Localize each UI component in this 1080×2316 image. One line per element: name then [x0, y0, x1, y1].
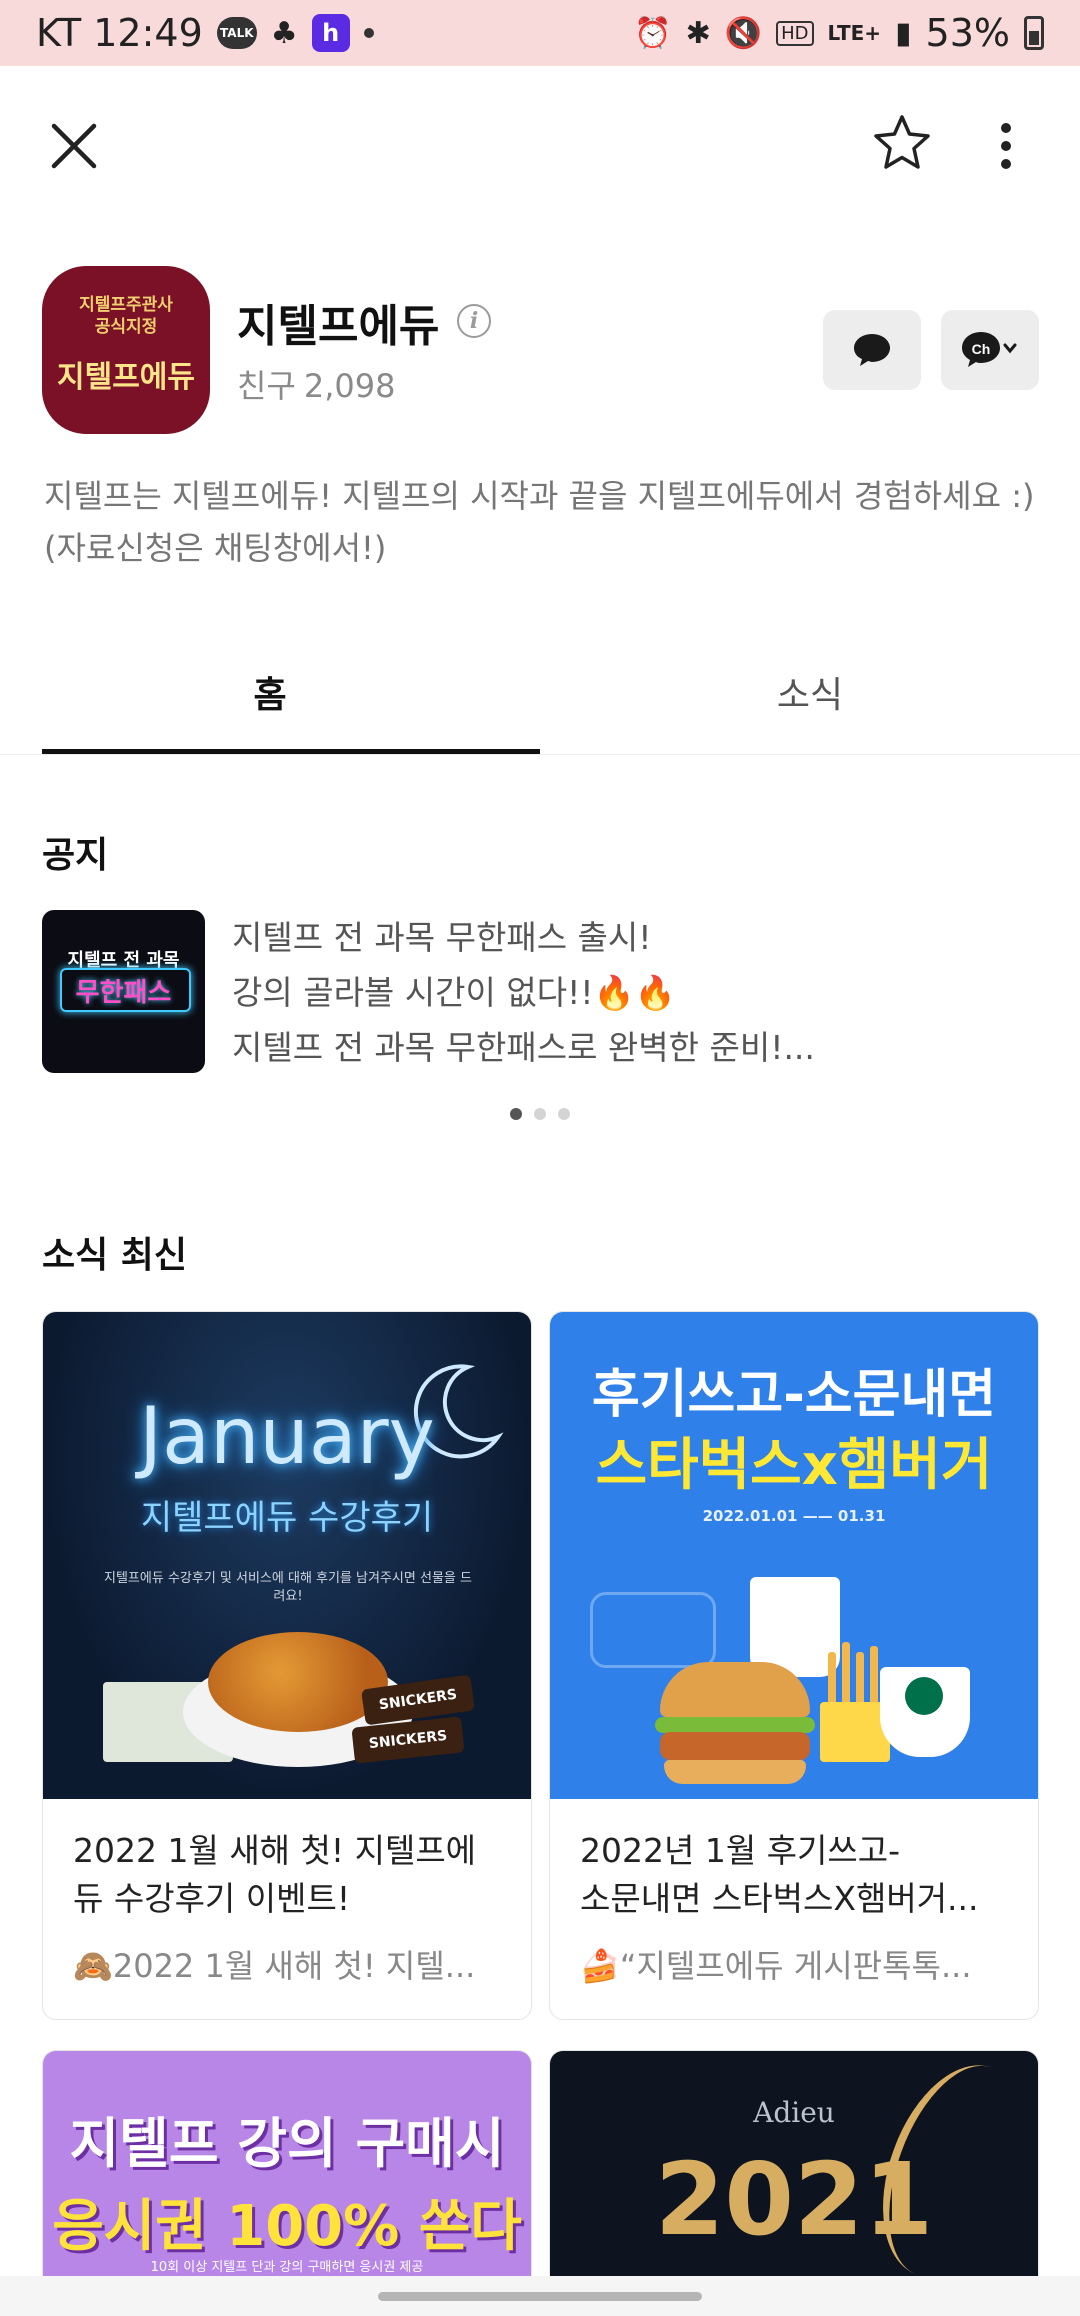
star-icon[interactable]	[870, 111, 934, 175]
promo-line2: 응시권 100% 쏜다	[52, 2194, 522, 2259]
channel-profile: 지텔프주관사 공식지정 지텔프에듀 지텔프에듀 i 친구 2,098 Ch	[42, 266, 1042, 436]
tab-home[interactable]: 홈	[0, 630, 540, 754]
description-line: 지텔프는 지텔프에듀! 지텔프의 시작과 끝을 지텔프에듀에서 경험하세요 :)	[44, 477, 1035, 515]
news-card-subtitle: 🍰“지텔프에듀 게시판톡톡...	[580, 1947, 972, 1985]
notice-text: 지텔프 전 과목 무한패스 출시! 강의 골라볼 시간이 없다!!🔥🔥 지텔프 …	[232, 910, 1032, 1075]
starbucks-logo-icon	[905, 1677, 943, 1715]
pager-dot[interactable]	[534, 1108, 546, 1120]
channel-name: 지텔프에듀	[237, 301, 440, 352]
news-card-body: 2022년 1월 후기쓰고- 소문내면 스타벅스X햄버거... 🍰“지텔프에듀 …	[550, 1799, 1038, 2019]
january-small-text: 지텔프에듀 수강후기 및 서비스에 대해 후기를 남겨주시면 선물을 드려요!	[104, 1571, 472, 1604]
news-card-title: 2022 1월 새해 첫! 지텔프에 듀 수강후기 이벤트!	[73, 1827, 501, 1923]
friends-number: 2,098	[303, 367, 396, 405]
h-app-icon: h	[311, 14, 350, 52]
news-card[interactable]: 후기쓰고-소문내면 스타벅스x햄버거 2022.01.01 —— 01.31 2…	[549, 1311, 1039, 2020]
fried-chicken	[208, 1632, 388, 1732]
news-card-image: January 지텔프에듀 수강후기 지텔프에듀 수강후기 및 서비스에 대해 …	[43, 1312, 531, 1799]
top-bar	[0, 66, 1080, 216]
close-icon[interactable]	[44, 116, 104, 176]
home-indicator[interactable]	[378, 2292, 702, 2301]
notice-line: 지텔프 전 과목 무한패스 출시!	[232, 918, 652, 957]
friends-label: 친구	[237, 367, 296, 405]
news-card-title-line: 듀 수강후기 이벤트!	[73, 1879, 351, 1918]
promo-line3: 10회 이상 지텔프 단과 강의 구매하면 응시권 제공	[150, 2260, 424, 2275]
pager-dot[interactable]	[558, 1108, 570, 1120]
news-card-image: Adieu 2021	[550, 2051, 1038, 2311]
news-card-title-line: 소문내면 스타벅스X햄버거...	[580, 1879, 979, 1918]
pager-dot[interactable]	[510, 1108, 522, 1120]
notice-section-title: 공지	[42, 835, 109, 876]
avatar-badge-line2: 공식지정	[94, 317, 158, 337]
carrier-time: KT 12:49	[36, 11, 203, 55]
promo-line1: 지텔프 강의 구매시	[69, 2112, 505, 2175]
promo-date: 2022.01.01 —— 01.31	[702, 1507, 886, 1525]
more-options-icon[interactable]	[990, 116, 1022, 176]
promo-line2: 스타벅스x햄버거	[595, 1433, 993, 1498]
tree-icon: ♣	[270, 15, 298, 51]
battery-text: 53%	[925, 11, 1010, 55]
status-bar: KT 12:49 TALK ♣ h ⏰ ✱ 🔇 HD LTE+ ▮ 53%	[0, 0, 1080, 66]
channel-add-button[interactable]: Ch	[941, 310, 1039, 390]
channel-avatar[interactable]: 지텔프주관사 공식지정 지텔프에듀	[42, 266, 210, 434]
news-card-subtitle: 🙈2022 1월 새해 첫! 지텔...	[73, 1947, 476, 1985]
adieu-text: Adieu	[753, 2096, 835, 2129]
news-card-title: 2022년 1월 후기쓰고- 소문내면 스타벅스X햄버거...	[580, 1827, 1008, 1923]
notice-item[interactable]: 지텔프 전 과목 무한패스 지텔프 전 과목 무한패스 출시! 강의 골라볼 시…	[42, 910, 1042, 1075]
promo-line1: 후기쓰고-소문내면	[591, 1365, 997, 1425]
news-card[interactable]: Adieu 2021	[549, 2050, 1039, 2311]
notice-line: 강의 골라볼 시간이 없다!!🔥🔥	[232, 973, 676, 1012]
mute-icon: 🔇	[724, 15, 763, 51]
avatar-brand-text: 지텔프에듀	[57, 360, 195, 395]
friends-count: 친구 2,098	[237, 361, 396, 407]
channel-description: 지텔프는 지텔프에듀! 지텔프의 시작과 끝을 지텔프에듀에서 경험하세요 :)…	[44, 470, 1044, 574]
notice-line: 지텔프 전 과목 무한패스로 완벽한 준비!...	[232, 1028, 815, 1067]
notice-thumbnail: 지텔프 전 과목 무한패스	[42, 910, 205, 1073]
notice-thumb-line2: 무한패스	[75, 978, 172, 1008]
dot-icon	[363, 28, 374, 38]
battery-icon	[1024, 16, 1044, 50]
svg-text:Ch: Ch	[972, 341, 991, 357]
january-sub-text: 지텔프에듀 수강후기	[140, 1498, 434, 1538]
description-line: (자료신청은 채팅창에서!)	[44, 529, 387, 567]
gesture-nav-bar	[0, 2276, 1080, 2316]
news-card-body: 2022 1월 새해 첫! 지텔프에 듀 수강후기 이벤트! 🙈2022 1월 …	[43, 1799, 531, 2019]
year-text: 2021	[654, 2141, 934, 2258]
notice-pager	[0, 1108, 1080, 1120]
burger-image	[655, 1662, 815, 1784]
news-card[interactable]: January 지텔프에듀 수강후기 지텔프에듀 수강후기 및 서비스에 대해 …	[42, 1311, 532, 2020]
info-icon[interactable]: i	[457, 304, 491, 338]
chat-bubble-icon	[854, 334, 890, 366]
avatar-badge-text: 지텔프주관사 공식지정	[42, 294, 210, 338]
lte-icon: LTE+	[827, 21, 882, 45]
tab-bar: 홈 소식	[0, 630, 1080, 755]
avatar-badge-line1: 지텔프주관사	[79, 295, 173, 315]
january-neon-text: January	[139, 1392, 435, 1482]
tab-news[interactable]: 소식	[540, 630, 1080, 754]
signal-icon: ▮	[895, 15, 912, 51]
channel-ch-icon: Ch	[962, 332, 1017, 367]
chat-button[interactable]	[823, 310, 921, 390]
news-section-title: 소식 최신	[42, 1235, 188, 1276]
bluetooth-icon: ✱	[685, 15, 711, 51]
news-card-title-line: 2022 1월 새해 첫! 지텔프에	[73, 1831, 477, 1870]
hd-icon: HD	[776, 20, 814, 46]
alarm-icon: ⏰	[634, 15, 672, 51]
talk-icon: TALK	[216, 17, 257, 49]
news-card-image: 지텔프 강의 구매시 응시권 100% 쏜다 10회 이상 지텔프 단과 강의 …	[43, 2051, 531, 2311]
news-card[interactable]: 지텔프 강의 구매시 응시권 100% 쏜다 10회 이상 지텔프 단과 강의 …	[42, 2050, 532, 2311]
news-card-title-line: 2022년 1월 후기쓰고-	[580, 1831, 901, 1870]
news-card-image: 후기쓰고-소문내면 스타벅스x햄버거 2022.01.01 —— 01.31	[550, 1312, 1038, 1799]
speech-bubble-icon	[590, 1592, 716, 1668]
